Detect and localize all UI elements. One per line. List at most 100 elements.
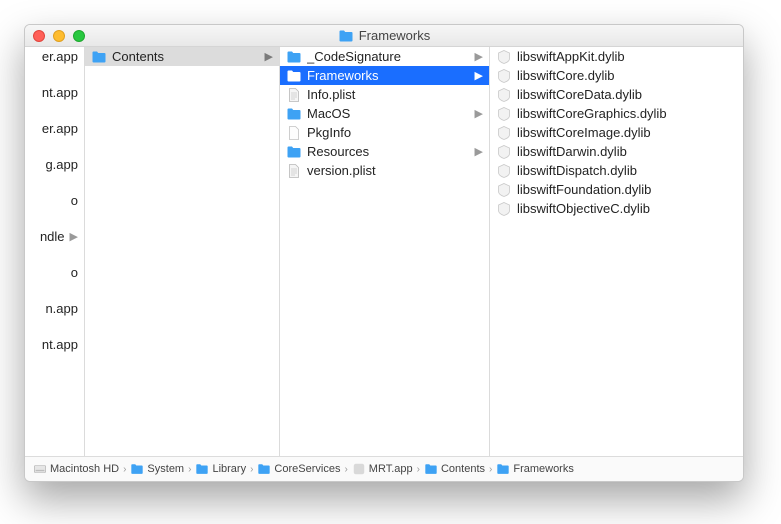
folder-icon	[130, 462, 144, 476]
folder-icon	[257, 462, 271, 476]
chevron-right-icon: ›	[188, 464, 191, 475]
list-item[interactable]: er.app	[25, 47, 84, 66]
folder-icon	[286, 106, 302, 122]
column-2[interactable]: _CodeSignature▶Frameworks▶Info.plistMacO…	[280, 47, 490, 456]
folder-icon	[91, 49, 107, 65]
list-item[interactable]: nt.app	[25, 335, 84, 354]
close-icon[interactable]	[33, 30, 45, 42]
column-3[interactable]: libswiftAppKit.dylib libswiftCore.dylib li…	[490, 47, 743, 456]
column-1[interactable]: Contents▶	[85, 47, 280, 456]
dylib-icon	[496, 68, 512, 84]
item-label: o	[71, 265, 78, 280]
list-item[interactable]: o	[25, 263, 84, 282]
app-icon	[352, 462, 366, 476]
folder-icon	[286, 68, 302, 84]
list-item[interactable]: MacOS ▶	[280, 104, 489, 123]
finder-window: Frameworks er.appnt.apper.appg.appondle▶…	[24, 24, 744, 482]
path-segment-label: Contents	[441, 463, 485, 475]
list-item[interactable]: ndle▶	[25, 227, 84, 246]
item-label: o	[71, 193, 78, 208]
chevron-right-icon: ›	[417, 464, 420, 475]
list-item[interactable]: Contents▶	[85, 47, 279, 66]
traffic-lights	[25, 30, 85, 42]
column-browser: er.appnt.apper.appg.appondle▶on.appnt.ap…	[25, 47, 743, 457]
item-label: libswiftDarwin.dylib	[517, 144, 737, 159]
list-item[interactable]: libswiftCoreImage.dylib	[490, 123, 743, 142]
dylib-icon	[496, 87, 512, 103]
list-item[interactable]: g.app	[25, 155, 84, 174]
zoom-icon[interactable]	[73, 30, 85, 42]
item-label: MacOS	[307, 106, 470, 121]
item-label: PkgInfo	[307, 125, 483, 140]
path-segment-label: System	[147, 463, 184, 475]
item-label: libswiftCore.dylib	[517, 68, 737, 83]
folder-icon	[195, 462, 209, 476]
item-label: g.app	[45, 157, 78, 172]
item-label: libswiftCoreGraphics.dylib	[517, 106, 737, 121]
window-title: Frameworks	[25, 28, 743, 44]
list-item[interactable]: libswiftCore.dylib	[490, 66, 743, 85]
item-label: libswiftObjectiveC.dylib	[517, 201, 737, 216]
item-label: _CodeSignature	[307, 49, 470, 64]
item-label: nt.app	[42, 337, 78, 352]
item-label: er.app	[42, 49, 78, 64]
dylib-icon	[496, 106, 512, 122]
path-segment[interactable]: System	[130, 462, 184, 476]
titlebar[interactable]: Frameworks	[25, 25, 743, 47]
dylib-icon	[496, 144, 512, 160]
list-item[interactable]: Info.plist	[280, 85, 489, 104]
path-segment-label: CoreServices	[274, 463, 340, 475]
column-0[interactable]: er.app nt.app er.app g.app o ndle▶ o n.app nt.ap…	[25, 47, 85, 456]
path-segment[interactable]: Library	[195, 462, 246, 476]
list-item[interactable]: libswiftCoreGraphics.dylib	[490, 104, 743, 123]
folder-icon	[286, 49, 302, 65]
chevron-right-icon: ▶	[475, 50, 483, 63]
list-item[interactable]: PkgInfo	[280, 123, 489, 142]
path-segment[interactable]: Contents	[424, 462, 485, 476]
list-item[interactable]: libswiftObjectiveC.dylib	[490, 199, 743, 218]
list-item[interactable]: Frameworks▶	[280, 66, 489, 85]
list-item[interactable]: n.app	[25, 299, 84, 318]
chevron-right-icon: ▶	[475, 107, 483, 120]
list-item[interactable]: libswiftCoreData.dylib	[490, 85, 743, 104]
folder-icon	[424, 462, 438, 476]
list-item[interactable]: version.plist	[280, 161, 489, 180]
folder-icon	[338, 28, 354, 44]
list-item[interactable]: libswiftFoundation.dylib	[490, 180, 743, 199]
dylib-icon	[496, 182, 512, 198]
path-segment[interactable]: Frameworks	[496, 462, 574, 476]
folder-icon	[496, 462, 510, 476]
item-label: libswiftDispatch.dylib	[517, 163, 737, 178]
item-label: version.plist	[307, 163, 483, 178]
list-item[interactable]: o	[25, 191, 84, 210]
item-label: er.app	[42, 121, 78, 136]
path-segment-label: Library	[212, 463, 246, 475]
item-label: libswiftCoreImage.dylib	[517, 125, 737, 140]
list-item[interactable]: er.app	[25, 119, 84, 138]
path-segment[interactable]: Macintosh HD	[33, 462, 119, 476]
list-item[interactable]: _CodeSignature ▶	[280, 47, 489, 66]
list-item[interactable]: Resources▶	[280, 142, 489, 161]
chevron-right-icon: ›	[250, 464, 253, 475]
chevron-right-icon: ›	[489, 464, 492, 475]
path-segment[interactable]: CoreServices	[257, 462, 340, 476]
document-icon	[286, 163, 302, 179]
window-title-label: Frameworks	[359, 28, 431, 43]
list-item[interactable]: libswiftAppKit.dylib	[490, 47, 743, 66]
document-icon	[286, 87, 302, 103]
item-label: ndle	[40, 229, 65, 244]
list-item[interactable]: libswiftDispatch.dylib	[490, 161, 743, 180]
minimize-icon[interactable]	[53, 30, 65, 42]
item-label: libswiftCoreData.dylib	[517, 87, 737, 102]
list-item[interactable]: libswiftDarwin.dylib	[490, 142, 743, 161]
list-item[interactable]: nt.app	[25, 83, 84, 102]
chevron-right-icon: ›	[344, 464, 347, 475]
chevron-right-icon: ▶	[475, 69, 483, 82]
item-label: nt.app	[42, 85, 78, 100]
file-icon	[286, 125, 302, 141]
path-segment[interactable]: MRT.app	[352, 462, 413, 476]
path-segment-label: Macintosh HD	[50, 463, 119, 475]
dylib-icon	[496, 49, 512, 65]
path-segment-label: Frameworks	[513, 463, 574, 475]
path-bar[interactable]: Macintosh HD › System › Library › CoreServices…	[25, 457, 743, 481]
